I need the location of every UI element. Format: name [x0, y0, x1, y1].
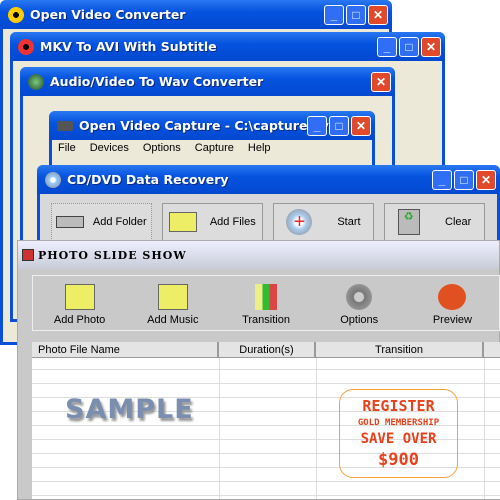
window-photo-slide-show: PHOTO SLIDE SHOW Add Photo Add Music Tra… [17, 240, 500, 500]
column-header-file-name[interactable]: Photo File Name [32, 342, 219, 357]
close-button[interactable]: ✕ [368, 5, 388, 25]
menu-options[interactable]: Options [143, 142, 181, 154]
maximize-button[interactable]: □ [346, 5, 366, 25]
disc-icon [45, 171, 61, 188]
minimize-button[interactable]: _ [377, 37, 397, 57]
column-divider [484, 358, 485, 499]
start-button[interactable]: + Start [273, 203, 374, 241]
app-icon [22, 249, 34, 261]
menu-file[interactable]: File [58, 142, 76, 154]
pencils-icon [255, 284, 277, 310]
title-bar[interactable]: PHOTO SLIDE SHOW [18, 241, 499, 269]
drive-icon [56, 216, 85, 228]
photo-table[interactable]: Photo File Name Duration(s) Transition S… [32, 342, 500, 499]
column-divider [219, 358, 220, 499]
menu-help[interactable]: Help [248, 142, 271, 154]
menu-bar: File Devices Options Capture Help [52, 138, 372, 158]
preview-button[interactable]: Preview [406, 276, 499, 330]
maximize-button[interactable]: □ [454, 170, 474, 190]
add-music-button[interactable]: Add Music [126, 276, 219, 330]
title-bar[interactable]: MKV To AVI With Subtitle _ □ ✕ [10, 32, 445, 61]
pumpkin-icon [438, 284, 467, 310]
folder-icon [169, 212, 198, 232]
register-promo[interactable]: REGISTER GOLD MEMBERSHIP SAVE OVER $900 [339, 389, 458, 478]
menu-devices[interactable]: Devices [90, 142, 129, 154]
maximize-button[interactable]: □ [329, 116, 349, 136]
add-photo-button[interactable]: Add Photo [33, 276, 126, 330]
title-bar[interactable]: Open Video Capture - C:\capture.avi _ □ ✕ [49, 111, 375, 140]
maximize-button[interactable]: □ [399, 37, 419, 57]
globe-icon [28, 73, 44, 90]
close-button[interactable]: ✕ [421, 37, 441, 57]
menu-capture[interactable]: Capture [195, 142, 234, 154]
radiation-icon [8, 6, 24, 23]
minimize-button[interactable]: _ [307, 116, 327, 136]
toolbar: Add Photo Add Music Transition Options P… [32, 275, 500, 331]
clear-button[interactable]: ♻ Clear [384, 203, 485, 241]
options-button[interactable]: Options [313, 276, 406, 330]
minimize-button[interactable]: _ [324, 5, 344, 25]
close-button[interactable]: ✕ [371, 72, 391, 92]
radiation-icon [18, 38, 34, 55]
title-bar[interactable]: Audio/Video To Wav Converter ✕ [20, 67, 395, 96]
transition-button[interactable]: Transition [219, 276, 312, 330]
disc-plus-icon: + [286, 209, 313, 235]
sample-watermark: SAMPLE [65, 394, 194, 425]
table-header: Photo File Name Duration(s) Transition [32, 342, 500, 358]
column-header-duration[interactable]: Duration(s) [219, 342, 316, 357]
close-button[interactable]: ✕ [476, 170, 496, 190]
column-header-extra[interactable] [484, 342, 500, 357]
column-divider [316, 358, 317, 499]
add-folder-button[interactable]: Add Folder [51, 203, 152, 241]
folder-icon [64, 284, 95, 310]
folder-icon [157, 284, 188, 310]
column-header-transition[interactable]: Transition [316, 342, 484, 357]
add-files-button[interactable]: Add Files [162, 203, 263, 241]
gear-icon [346, 284, 373, 310]
camera-icon [57, 120, 73, 131]
close-button[interactable]: ✕ [351, 116, 371, 136]
title-bar[interactable]: Open Video Converter _ □ ✕ [0, 0, 392, 29]
minimize-button[interactable]: _ [432, 170, 452, 190]
window-open-video-capture: Open Video Capture - C:\capture.avi _ □ ✕ … [49, 111, 375, 171]
recycle-bin-icon: ♻ [397, 209, 420, 235]
title-bar[interactable]: CD/DVD Data Recovery _ □ ✕ [37, 165, 500, 194]
